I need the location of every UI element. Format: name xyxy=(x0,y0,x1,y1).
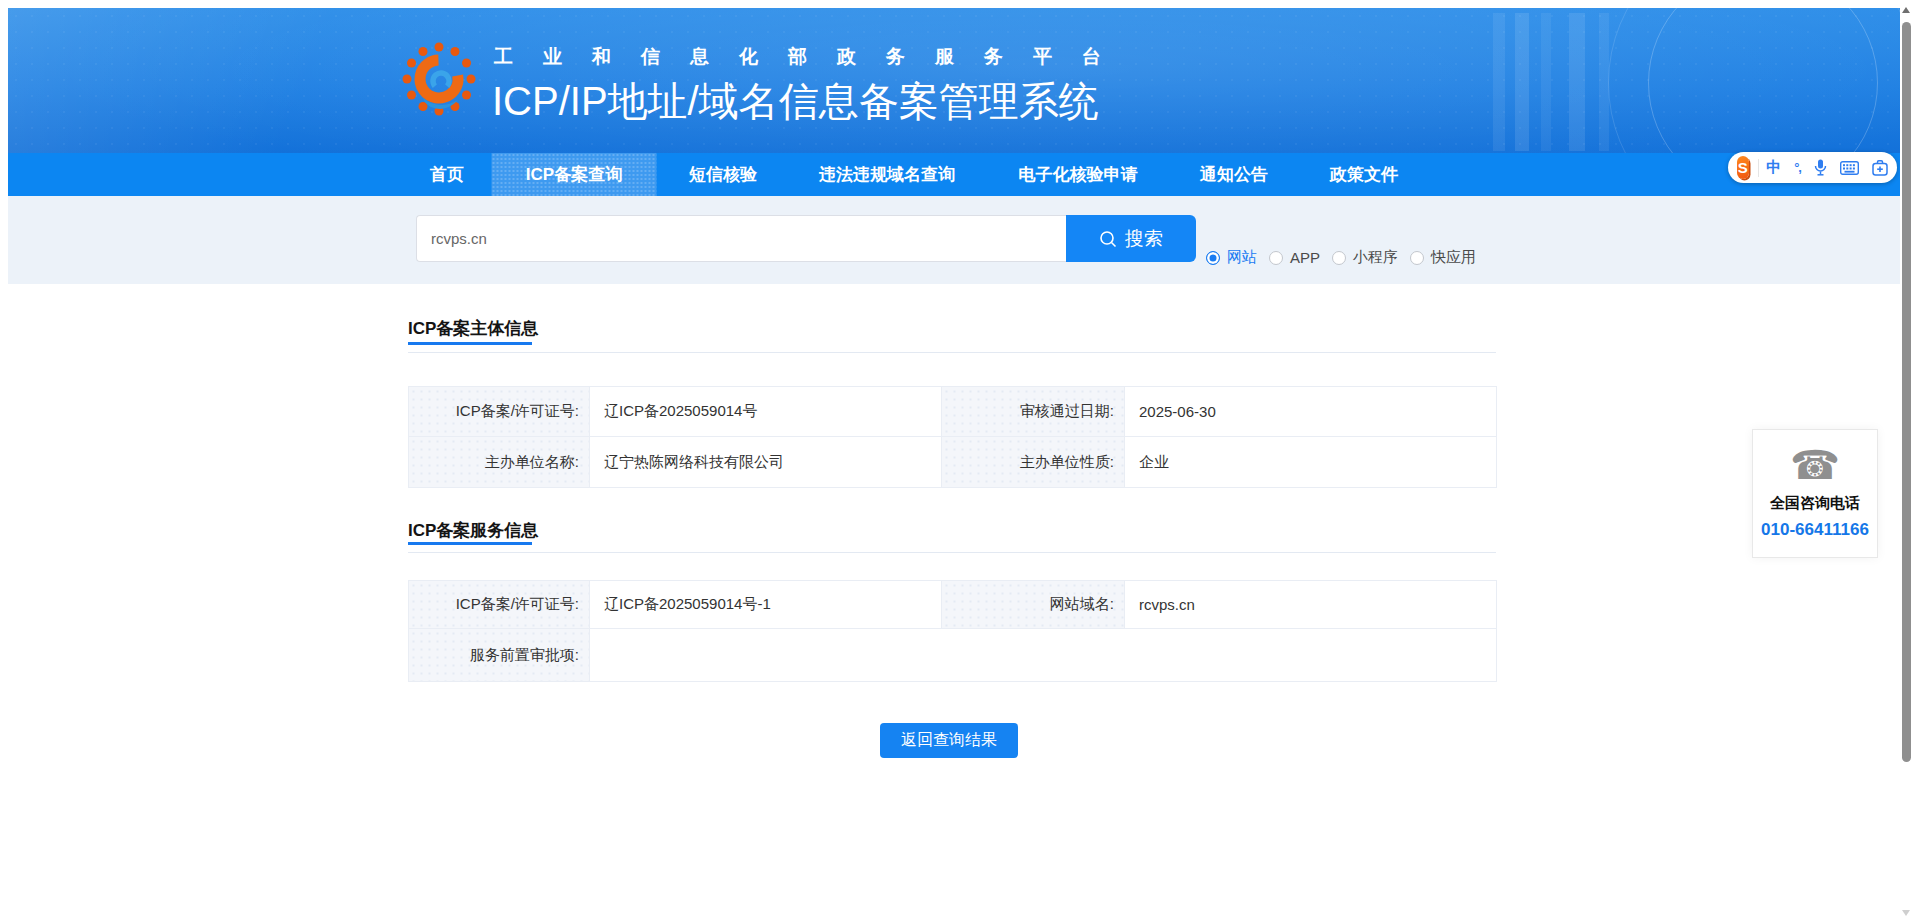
subject-section-divider xyxy=(408,352,1496,353)
search-icon xyxy=(1099,230,1117,248)
radio-app[interactable]: APP xyxy=(1269,249,1320,266)
subject-org-name-label: 主办单位名称: xyxy=(409,437,590,488)
ime-toolbox-icon[interactable] xyxy=(1872,160,1888,176)
radio-quickapp[interactable]: 快应用 xyxy=(1410,248,1476,267)
table-row: 服务前置审批项: xyxy=(409,629,1497,682)
service-preapproval-label: 服务前置审批项: xyxy=(409,629,590,682)
service-domain-label: 网站域名: xyxy=(942,581,1125,629)
scrollbar-up-arrow-icon[interactable] xyxy=(1902,7,1910,13)
service-section-title: ICP备案服务信息 xyxy=(408,522,538,539)
nav-item-illegal-domain-query[interactable]: 违法违规域名查询 xyxy=(819,153,955,196)
table-row: 主办单位名称: 辽宁热陈网络科技有限公司 主办单位性质: 企业 xyxy=(409,437,1497,488)
page: 工业和信息化部政务服务平台 ICP/IP地址/域名信息备案管理系统 首页 ICP… xyxy=(8,8,1900,924)
search-type-radios: 网站 APP 小程序 快应用 xyxy=(1206,248,1476,267)
contact-card: ☎ 全国咨询电话 010-66411166 xyxy=(1752,429,1878,558)
nav-item-e-verification[interactable]: 电子化核验申请 xyxy=(1019,153,1138,196)
system-title: ICP/IP地址/域名信息备案管理系统 xyxy=(492,74,1099,129)
service-title-underline xyxy=(408,542,532,545)
service-section-divider xyxy=(408,552,1496,553)
radio-dot-website xyxy=(1206,251,1220,265)
search-button-label: 搜索 xyxy=(1125,226,1163,252)
radio-dot-app xyxy=(1269,251,1283,265)
telephone-icon: ☎ xyxy=(1790,442,1840,488)
radio-dot-miniprogram xyxy=(1332,251,1346,265)
header-ring-decoration xyxy=(1608,8,1900,153)
subject-org-nature-value: 企业 xyxy=(1125,437,1497,488)
browser-scrollbar[interactable] xyxy=(1900,0,1912,924)
nav-item-sms-verify[interactable]: 短信核验 xyxy=(689,153,757,196)
scrollbar-thumb[interactable] xyxy=(1902,22,1911,762)
subject-title-underline xyxy=(408,342,532,345)
subject-org-name-value: 辽宁热陈网络科技有限公司 xyxy=(590,437,942,488)
platform-title: 工业和信息化部政务服务平台 xyxy=(494,44,1131,70)
service-license-value: 辽ICP备2025059014号-1 xyxy=(590,581,942,629)
service-preapproval-value xyxy=(590,629,1497,682)
contact-phone-number[interactable]: 010-66411166 xyxy=(1761,520,1869,540)
nav-item-home[interactable]: 首页 xyxy=(430,153,464,196)
scrollbar-down-arrow-icon[interactable] xyxy=(1902,910,1910,916)
ime-microphone-icon[interactable] xyxy=(1814,159,1827,176)
nav-item-policy-files[interactable]: 政策文件 xyxy=(1330,153,1398,196)
nav-item-icp-query[interactable]: ICP备案查询 xyxy=(492,153,657,196)
subject-info-table: ICP备案/许可证号: 辽ICP备2025059014号 审核通过日期: 202… xyxy=(408,386,1497,488)
search-input[interactable]: rcvps.cn xyxy=(416,215,1066,262)
radio-miniprogram[interactable]: 小程序 xyxy=(1332,248,1398,267)
ime-punctuation-icon[interactable]: °, xyxy=(1794,160,1801,175)
subject-section-title: ICP备案主体信息 xyxy=(408,320,538,337)
search-button[interactable]: 搜索 xyxy=(1066,215,1196,262)
ime-toolbar: S 中 °, xyxy=(1728,152,1897,183)
ime-separator xyxy=(1758,159,1759,177)
ime-keyboard-icon[interactable] xyxy=(1840,161,1859,175)
ime-language-mode-icon[interactable]: 中 xyxy=(1766,158,1781,177)
main-nav: 首页 ICP备案查询 短信核验 违法违规域名查询 电子化核验申请 通知公告 政策… xyxy=(8,153,1900,196)
table-row: ICP备案/许可证号: 辽ICP备2025059014号-1 网站域名: rcv… xyxy=(409,581,1497,629)
subject-review-date-label: 审核通过日期: xyxy=(942,387,1125,437)
subject-review-date-value: 2025-06-30 xyxy=(1125,387,1497,437)
radio-website[interactable]: 网站 xyxy=(1206,248,1257,267)
subject-org-nature-label: 主办单位性质: xyxy=(942,437,1125,488)
service-info-table: ICP备案/许可证号: 辽ICP备2025059014号-1 网站域名: rcv… xyxy=(408,580,1497,682)
back-to-results-button[interactable]: 返回查询结果 xyxy=(880,723,1018,758)
contact-title: 全国咨询电话 xyxy=(1770,494,1860,513)
search-band: rcvps.cn 搜索 网站 APP 小程序 快应用 xyxy=(8,196,1900,284)
subject-license-value: 辽ICP备2025059014号 xyxy=(590,387,942,437)
site-header: 工业和信息化部政务服务平台 ICP/IP地址/域名信息备案管理系统 xyxy=(8,8,1900,153)
search-input-value: rcvps.cn xyxy=(417,230,487,247)
subject-license-label: ICP备案/许可证号: xyxy=(409,387,590,437)
table-row: ICP备案/许可证号: 辽ICP备2025059014号 审核通过日期: 202… xyxy=(409,387,1497,437)
service-domain-value: rcvps.cn xyxy=(1125,581,1497,629)
nav-item-notices[interactable]: 通知公告 xyxy=(1200,153,1268,196)
sogou-ime-logo-icon[interactable]: S xyxy=(1737,156,1749,179)
miit-gear-logo-icon xyxy=(401,41,477,117)
radio-dot-quickapp xyxy=(1410,251,1424,265)
service-license-label: ICP备案/许可证号: xyxy=(409,581,590,629)
